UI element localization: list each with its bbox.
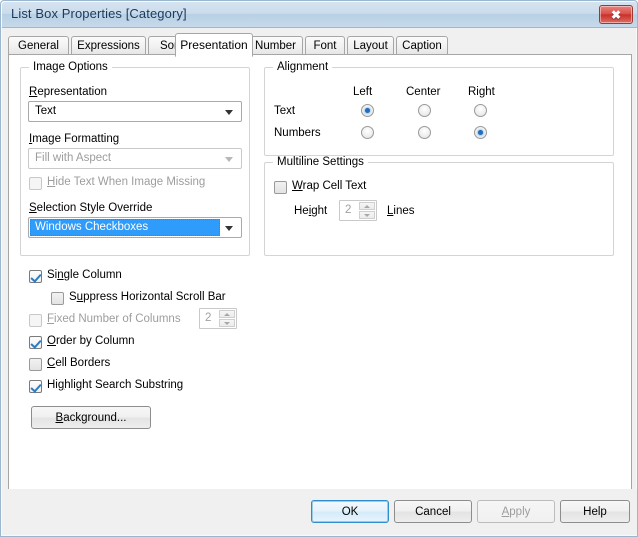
selection-style-combo[interactable]: Windows Checkboxes [28,217,242,238]
suppress-scroll-label: Suppress Horizontal Scroll Bar [69,291,226,303]
apply-button-label: Apply [501,505,531,518]
fixed-columns-spinner-buttons [219,310,235,327]
suppress-scroll-checkbox[interactable] [51,292,64,305]
lines-label: Lines [387,205,415,217]
highlight-search-label: Highlight Search Substring [47,379,184,391]
representation-value: Text [35,105,57,117]
highlight-search-checkbox[interactable] [29,380,42,393]
single-column-checkbox[interactable] [29,270,42,283]
image-options-title: Image Options [29,61,112,73]
fixed-columns-spinner-up[interactable] [219,310,235,318]
dialog-window: List Box Properties [Category] ✖ General… [0,0,638,537]
alignment-group: Alignment [264,61,614,156]
caret-up-icon [224,313,230,316]
radio-text-right[interactable] [474,104,487,117]
alignment-col-right-header: Right [468,86,495,98]
height-spinner-up[interactable] [359,202,375,210]
ok-button[interactable]: OK [311,500,389,523]
single-column-label: Single Column [47,269,122,281]
tab-expressions[interactable]: Expressions [71,36,146,55]
selection-style-value: Windows Checkboxes [35,221,149,233]
representation-combo[interactable]: Text [28,101,242,122]
apply-button[interactable]: Apply [477,500,555,523]
selection-style-highlight: Windows Checkboxes [30,219,220,236]
selection-style-label: Selection Style Override [29,202,153,214]
height-spinner-buttons [359,202,375,219]
representation-label: Representation [29,86,108,98]
dialog-footer: OK Cancel Apply Help [2,489,637,535]
window-title: List Box Properties [Category] [11,6,187,21]
order-by-column-checkbox[interactable] [29,336,42,349]
cell-borders-label: Cell Borders [47,357,111,369]
help-button[interactable]: Help [560,500,630,523]
caret-down-icon [364,214,370,217]
wrap-cell-text-label: Wrap Cell Text [292,180,367,192]
tab-presentation[interactable]: Presentation [175,33,253,57]
radio-text-center[interactable] [418,104,431,117]
order-by-column-label: Order by Column [47,335,135,347]
height-value: 2 [345,204,352,216]
alignment-col-center-header: Center [406,86,441,98]
close-icon: ✖ [610,7,622,22]
alignment-row-numbers-label: Numbers [274,127,321,139]
chevron-down-icon [225,157,233,162]
wrap-cell-text-checkbox[interactable] [274,181,287,194]
tab-font[interactable]: Font [305,36,345,55]
hide-text-label: Hide Text When Image Missing [47,176,206,188]
cell-borders-checkbox[interactable] [29,358,42,371]
tab-number[interactable]: Number [248,36,303,55]
fixed-columns-value: 2 [205,312,212,324]
multiline-settings-title: Multiline Settings [273,156,368,168]
caret-down-icon [224,322,230,325]
close-button[interactable]: ✖ [599,5,633,24]
chevron-down-icon [225,110,233,115]
height-spinner-down[interactable] [359,211,375,219]
height-spinner[interactable]: 2 [339,200,377,221]
caret-up-icon [364,205,370,208]
fixed-columns-label: Fixed Number of Columns [47,313,181,325]
image-formatting-label: Image Formatting [29,133,120,145]
background-button-label: Background... [55,411,127,424]
alignment-title: Alignment [273,61,333,73]
height-label: Height [294,205,328,217]
tab-layout[interactable]: Layout [347,36,394,55]
radio-numbers-right[interactable] [474,126,487,139]
image-formatting-value: Fill with Aspect [35,152,112,164]
tab-strip: General Expressions Sort Presentation Nu… [8,33,632,57]
radio-numbers-center[interactable] [418,126,431,139]
image-formatting-combo[interactable]: Fill with Aspect [28,148,242,169]
radio-numbers-left[interactable] [361,126,374,139]
presentation-panel: Image Options Representation Text Image … [8,54,632,490]
background-button[interactable]: Background... [31,406,151,429]
title-bar: List Box Properties [Category] ✖ [2,2,637,28]
alignment-row-text-label: Text [274,105,296,117]
chevron-down-icon [225,226,233,231]
radio-text-left[interactable] [361,104,374,117]
alignment-col-left-header: Left [353,86,373,98]
tab-caption[interactable]: Caption [396,36,448,55]
tab-general[interactable]: General [8,36,69,55]
hide-text-checkbox[interactable] [29,177,42,190]
cancel-button[interactable]: Cancel [394,500,472,523]
fixed-columns-spinner[interactable]: 2 [199,308,237,329]
fixed-columns-checkbox[interactable] [29,314,42,327]
fixed-columns-spinner-down[interactable] [219,319,235,327]
